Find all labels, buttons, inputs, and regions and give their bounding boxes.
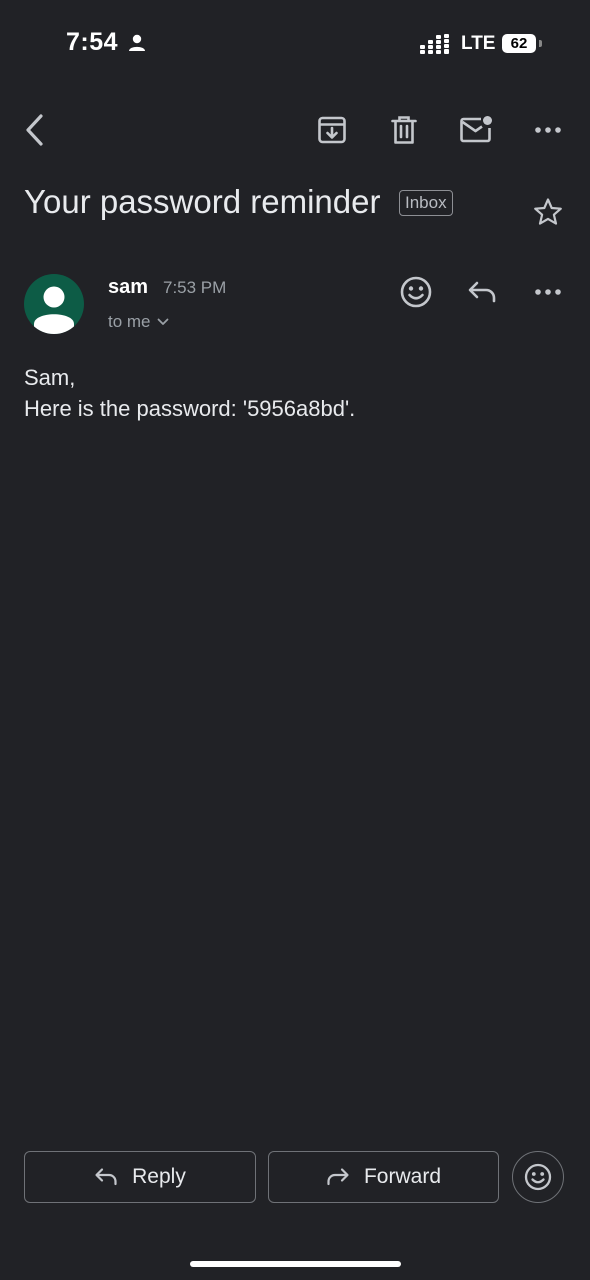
- avatar[interactable]: [24, 274, 84, 334]
- email-body: Sam, Here is the password: '5956a8bd'.: [24, 362, 355, 424]
- message-more-button[interactable]: [528, 272, 568, 312]
- forward-button[interactable]: Forward: [268, 1151, 499, 1203]
- recipient-text: to me: [108, 312, 151, 331]
- body-greeting: Sam,: [24, 365, 76, 390]
- more-options-button[interactable]: [528, 110, 568, 150]
- reply-icon: [467, 280, 497, 304]
- react-emoji-button[interactable]: [512, 1151, 564, 1203]
- reply-button[interactable]: Reply: [24, 1151, 256, 1203]
- chevron-down-icon: [157, 318, 169, 326]
- network-type: LTE: [461, 33, 496, 54]
- mark-unread-button[interactable]: [454, 110, 498, 150]
- smiley-icon: [524, 1163, 552, 1191]
- smiley-icon: [400, 276, 432, 308]
- body-content: Here is the password: '5956a8bd'.: [24, 396, 356, 421]
- more-horizontal-icon: [535, 127, 561, 133]
- archive-button[interactable]: [310, 110, 354, 150]
- home-indicator[interactable]: [190, 1261, 401, 1267]
- inbox-label[interactable]: Inbox: [399, 190, 453, 216]
- chevron-left-icon: [23, 113, 45, 147]
- sender-name[interactable]: sam: [108, 276, 148, 299]
- forward-label: Forward: [363, 1165, 442, 1188]
- delete-button[interactable]: [382, 110, 426, 150]
- mail-unread-icon: [459, 115, 493, 145]
- status-time: 7:54: [66, 28, 119, 56]
- battery-tip: [539, 40, 542, 47]
- reply-icon-button[interactable]: [462, 272, 502, 312]
- star-icon: [533, 197, 563, 227]
- recipient-details-toggle[interactable]: to me: [108, 312, 169, 332]
- email-subject: Your password reminder: [24, 183, 381, 220]
- more-horizontal-icon: [535, 289, 561, 295]
- archive-icon: [317, 115, 347, 145]
- battery-indicator: 62: [502, 34, 536, 53]
- person-icon: [128, 34, 146, 52]
- back-button[interactable]: [14, 110, 54, 150]
- trash-icon: [391, 115, 417, 145]
- reply-label: Reply: [132, 1165, 186, 1188]
- signal-icon: [420, 34, 450, 54]
- forward-icon: [326, 1167, 350, 1187]
- reply-icon: [94, 1167, 118, 1187]
- star-button[interactable]: [528, 192, 568, 232]
- email-time: 7:53 PM: [163, 278, 227, 297]
- react-button[interactable]: [396, 272, 436, 312]
